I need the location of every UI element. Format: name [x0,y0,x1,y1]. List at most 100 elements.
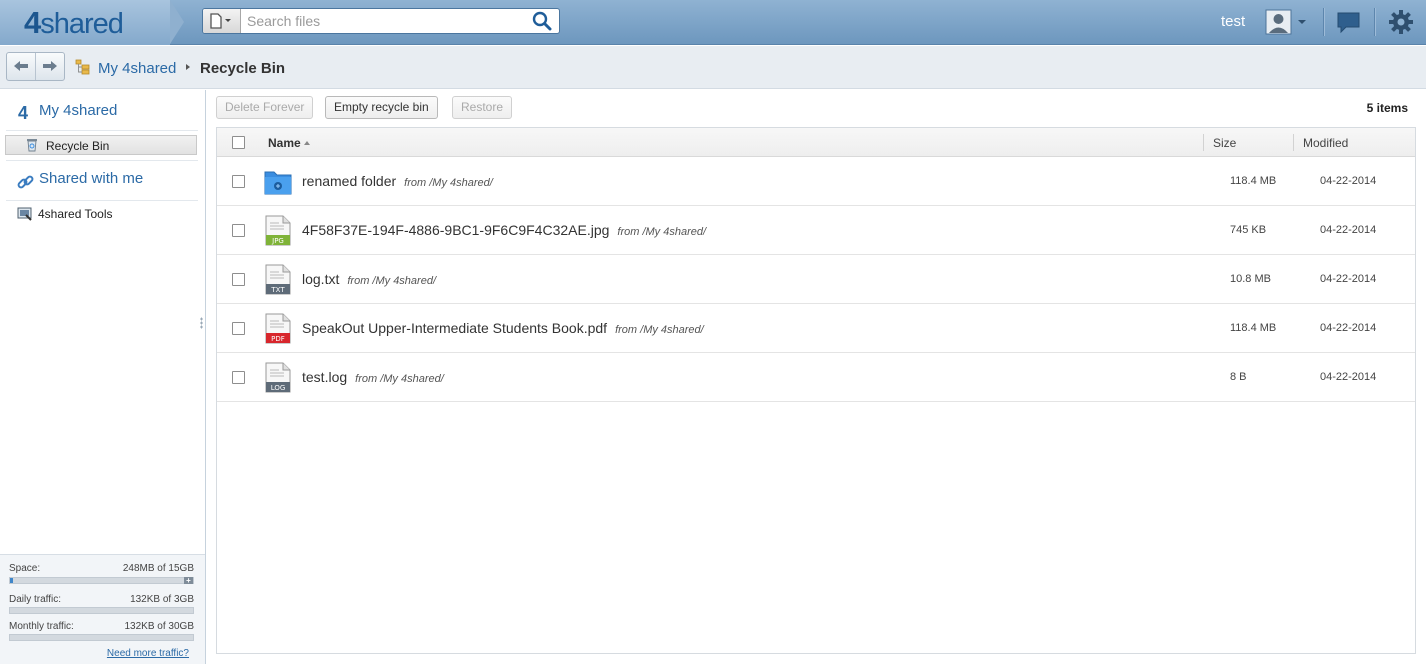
sidebar-item-label: Recycle Bin [46,139,110,153]
monthly-traffic-progress-bar [9,634,194,641]
file-name-text[interactable]: 4F58F37E-194F-4886-9BC1-9F6C9F4C32AE.jpg [302,222,609,238]
search-icon [531,11,553,35]
account-menu-button[interactable] [1265,9,1311,35]
monthly-traffic-row: Monthly traffic: 132KB of 30GB [9,621,194,632]
daily-traffic-row: Daily traffic: 132KB of 3GB [9,594,194,605]
user-name[interactable]: test [1221,13,1245,30]
space-label: Space: [9,563,41,574]
file-name[interactable]: SpeakOut Upper-Intermediate Students Boo… [302,320,704,336]
space-progress-fill [10,578,13,583]
file-size: 745 KB [1230,224,1267,236]
file-size: 118.4 MB [1230,322,1277,334]
table-row[interactable]: renamed folder from /My 4shared/118.4 MB 0… [217,157,1415,206]
space-value: 248MB of 15GB [122,563,194,574]
divider [6,130,198,131]
file-name[interactable]: renamed folder from /My 4shared/ [302,173,493,189]
4shared-icon: 4 [18,103,29,123]
column-header-name[interactable]: Name [268,136,310,150]
breadcrumb-root[interactable]: My 4shared [98,60,176,77]
back-button[interactable] [7,53,36,80]
sidebar-item-label: 4shared Tools [38,207,113,221]
divider [6,160,198,161]
add-space-icon[interactable]: + [184,577,193,585]
file-list: Name Size Modified renamed folder from /M… [216,127,1416,654]
original-location: from /My 4shared/ [404,177,493,189]
row-checkbox[interactable] [232,273,245,286]
recycle-bin-icon [26,138,38,157]
table-row[interactable]: JPG 4F58F37E-194F-4886-9BC1-9F6C9F4C32AE.… [217,206,1415,255]
table-row[interactable]: PDF SpeakOut Upper-Intermediate Students … [217,304,1415,353]
svg-text:LOG: LOG [271,384,286,392]
file-modified-date: 04-22-2014 [1320,175,1377,187]
svg-text:TXT: TXT [270,286,285,294]
original-location: from /My 4shared/ [355,373,444,385]
monthly-traffic-label: Monthly traffic: [9,621,74,632]
sidebar-resize-handle[interactable] [200,317,203,329]
breadcrumb-separator-icon [186,64,190,70]
row-checkbox[interactable] [232,175,245,188]
forward-button[interactable] [36,53,65,80]
file-name-text[interactable]: SpeakOut Upper-Intermediate Students Boo… [302,320,607,336]
row-checkbox[interactable] [232,322,245,335]
column-divider[interactable] [1203,134,1204,151]
top-bar: 4shared test [0,0,1426,45]
column-header-modified[interactable]: Modified [1303,136,1348,150]
divider [6,200,198,201]
search-button[interactable] [531,11,553,31]
divider [1323,8,1324,36]
file-name-text[interactable]: renamed folder [302,173,396,189]
restore-button[interactable]: Restore [452,96,513,119]
column-header-label: Name [268,136,301,150]
daily-traffic-value: 132KB of 3GB [130,594,194,605]
avatar-icon [1265,9,1311,39]
jpg-file-icon: JPG [264,215,292,246]
sidebar-item-4shared-tools[interactable]: 4shared Tools [0,205,200,225]
sidebar-item-shared-with-me[interactable]: Shared with me [0,167,200,197]
tools-icon [17,206,33,227]
daily-traffic-label: Daily traffic: [9,594,62,605]
column-divider[interactable] [1293,134,1294,151]
file-name[interactable]: test.log from /My 4shared/ [302,369,444,385]
row-checkbox[interactable] [232,224,245,237]
settings-button[interactable] [1387,8,1415,36]
chat-icon [1336,12,1362,38]
breadcrumb-current: Recycle Bin [200,60,286,77]
file-name-text[interactable]: test.log [302,369,347,385]
logo[interactable]: 4shared [24,5,124,41]
sidebar-item-recycle-bin[interactable]: Recycle Bin [5,135,197,155]
row-checkbox[interactable] [232,371,245,384]
file-modified-date: 04-22-2014 [1320,224,1377,236]
column-header-size[interactable]: Size [1213,136,1236,150]
table-row[interactable]: LOG test.log from /My 4shared/8 B 04-22-201… [217,353,1415,402]
sort-ascending-icon [303,141,310,145]
file-name[interactable]: 4F58F37E-194F-4886-9BC1-9F6C9F4C32AE.jpg… [302,222,706,238]
space-row: Space: 248MB of 15GB [9,563,194,574]
table-row[interactable]: TXT log.txt from /My 4shared/10.8 MB 04-22-… [217,255,1415,304]
link-icon [17,174,34,196]
log-file-icon: LOG [264,362,292,393]
file-type-dropdown[interactable] [203,9,241,33]
select-all-checkbox[interactable] [232,136,245,149]
delete-forever-button[interactable]: Delete Forever [216,96,314,119]
sidebar-item-label: My 4shared [39,102,118,119]
pdf-file-icon: PDF [264,313,292,344]
messages-button[interactable] [1336,10,1362,34]
file-name[interactable]: log.txt from /My 4shared/ [302,271,436,287]
table-header: Name Size Modified [217,128,1415,157]
file-name-text[interactable]: log.txt [302,271,339,287]
quota-panel: Space: 248MB of 15GB + Daily traffic: 13… [0,554,205,664]
file-size: 8 B [1230,371,1247,383]
logo-area[interactable]: 4shared [0,0,184,45]
need-more-traffic-link[interactable]: Need more traffic? [107,648,189,659]
svg-text:PDF: PDF [271,335,285,343]
daily-traffic-progress-bar [9,607,194,614]
empty-recycle-bin-button[interactable]: Empty recycle bin [325,96,438,119]
folder-tree-icon [75,59,91,80]
original-location: from /My 4shared/ [615,324,704,336]
file-modified-date: 04-22-2014 [1320,371,1377,383]
sidebar-item-my-4shared[interactable]: 4 My 4shared [0,98,200,128]
original-location: from /My 4shared/ [347,275,436,287]
search-input[interactable] [247,11,527,31]
file-modified-date: 04-22-2014 [1320,273,1377,285]
gear-icon [1387,10,1415,40]
